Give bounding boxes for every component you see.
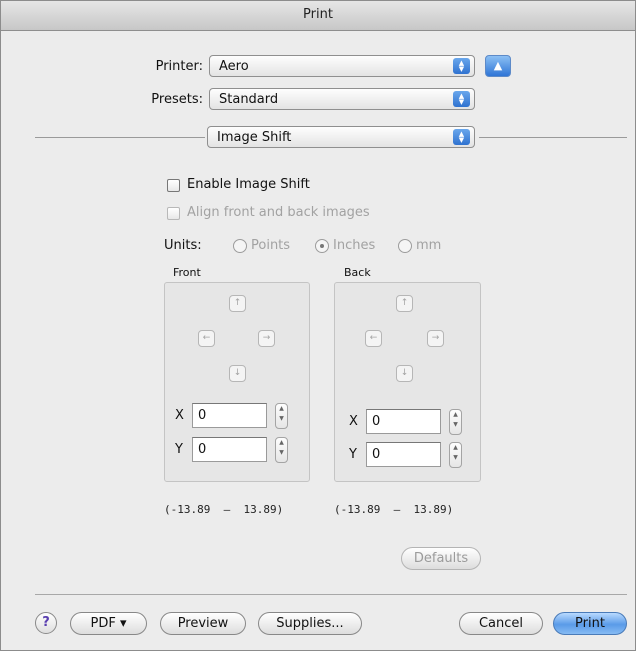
- help-icon: ?: [42, 615, 50, 630]
- enable-image-shift-checkbox[interactable]: [167, 179, 180, 192]
- arrow-down-icon: ↓: [400, 368, 409, 378]
- back-shift-right-button[interactable]: →: [427, 330, 444, 347]
- separator-right: [479, 137, 627, 138]
- printer-label: Printer:: [155, 59, 203, 74]
- panel-value: Image Shift: [217, 130, 292, 145]
- front-group-title: Front: [173, 266, 201, 279]
- units-inches-label[interactable]: Inches: [333, 238, 375, 253]
- printer-value: Aero: [219, 59, 249, 74]
- align-images-checkbox[interactable]: [167, 207, 180, 220]
- back-group: ↑ ← → ↓ X 0 ▲ ▼ Y 0 ▲ ▼: [334, 282, 481, 482]
- defaults-button[interactable]: Defaults: [401, 547, 481, 570]
- triangle-up-icon: ▲: [493, 59, 503, 72]
- back-y-stepper[interactable]: ▲ ▼: [449, 442, 462, 468]
- back-x-label: X: [349, 414, 358, 429]
- front-shift-up-button[interactable]: ↑: [229, 295, 246, 312]
- front-shift-left-button[interactable]: ←: [198, 330, 215, 347]
- arrow-up-icon: ↑: [233, 298, 242, 308]
- back-x-field[interactable]: 0: [366, 409, 441, 434]
- front-shift-right-button[interactable]: →: [258, 330, 275, 347]
- front-x-stepper[interactable]: ▲ ▼: [275, 403, 288, 429]
- front-x-field[interactable]: 0: [192, 403, 267, 428]
- front-range-text: (-13.89 — 13.89): [164, 503, 284, 516]
- units-inches-radio[interactable]: [315, 239, 329, 253]
- front-x-label: X: [175, 408, 184, 423]
- stepper-arrows-icon: ▲ ▼: [279, 405, 284, 422]
- panel-popup[interactable]: Image Shift ▲ ▼: [207, 126, 475, 148]
- supplies-button[interactable]: Supplies...: [258, 612, 362, 635]
- help-button[interactable]: ?: [35, 612, 57, 634]
- title-bar[interactable]: Print: [1, 1, 635, 31]
- popup-arrows-icon: ▲ ▼: [453, 129, 470, 145]
- front-shift-down-button[interactable]: ↓: [229, 365, 246, 382]
- arrow-up-icon: ↑: [400, 298, 409, 308]
- stepper-arrows-icon: ▲ ▼: [279, 439, 284, 456]
- collapse-details-button[interactable]: ▲: [485, 55, 511, 77]
- footer-separator: [35, 594, 627, 595]
- back-range-text: (-13.89 — 13.89): [334, 503, 454, 516]
- units-points-label[interactable]: Points: [251, 238, 290, 253]
- presets-label: Presets:: [151, 92, 203, 107]
- units-mm-label[interactable]: mm: [416, 238, 441, 253]
- printer-popup[interactable]: Aero ▲ ▼: [209, 55, 475, 77]
- arrow-right-icon: →: [431, 333, 440, 343]
- arrow-left-icon: ←: [202, 333, 211, 343]
- enable-image-shift-label[interactable]: Enable Image Shift: [187, 177, 310, 192]
- back-shift-left-button[interactable]: ←: [365, 330, 382, 347]
- preview-button[interactable]: Preview: [160, 612, 246, 635]
- pdf-menu-button[interactable]: PDF ▾: [70, 612, 147, 635]
- stepper-arrows-icon: ▲ ▼: [453, 411, 458, 428]
- front-y-stepper[interactable]: ▲ ▼: [275, 437, 288, 463]
- back-shift-down-button[interactable]: ↓: [396, 365, 413, 382]
- presets-popup[interactable]: Standard ▲ ▼: [209, 88, 475, 110]
- units-label: Units:: [164, 238, 202, 253]
- print-button[interactable]: Print: [553, 612, 627, 635]
- back-group-title: Back: [344, 266, 371, 279]
- presets-value: Standard: [219, 92, 279, 107]
- back-y-label: Y: [349, 447, 357, 462]
- units-mm-radio[interactable]: [398, 239, 412, 253]
- window-title: Print: [303, 7, 333, 22]
- arrow-down-icon: ↓: [233, 368, 242, 378]
- back-shift-up-button[interactable]: ↑: [396, 295, 413, 312]
- front-group: ↑ ← → ↓ X 0 ▲ ▼ Y 0 ▲ ▼: [164, 282, 310, 482]
- front-y-label: Y: [175, 442, 183, 457]
- stepper-arrows-icon: ▲ ▼: [453, 444, 458, 461]
- popup-arrows-icon: ▲ ▼: [453, 91, 470, 107]
- print-dialog: Print Printer: Aero ▲ ▼ ▲ Presets: Standa…: [0, 0, 636, 651]
- separator-left: [35, 137, 205, 138]
- align-images-label: Align front and back images: [187, 205, 370, 220]
- cancel-button[interactable]: Cancel: [459, 612, 543, 635]
- back-x-stepper[interactable]: ▲ ▼: [449, 409, 462, 435]
- arrow-left-icon: ←: [369, 333, 378, 343]
- front-y-field[interactable]: 0: [192, 437, 267, 462]
- units-points-radio[interactable]: [233, 239, 247, 253]
- arrow-right-icon: →: [262, 333, 271, 343]
- popup-arrows-icon: ▲ ▼: [453, 58, 470, 74]
- back-y-field[interactable]: 0: [366, 442, 441, 467]
